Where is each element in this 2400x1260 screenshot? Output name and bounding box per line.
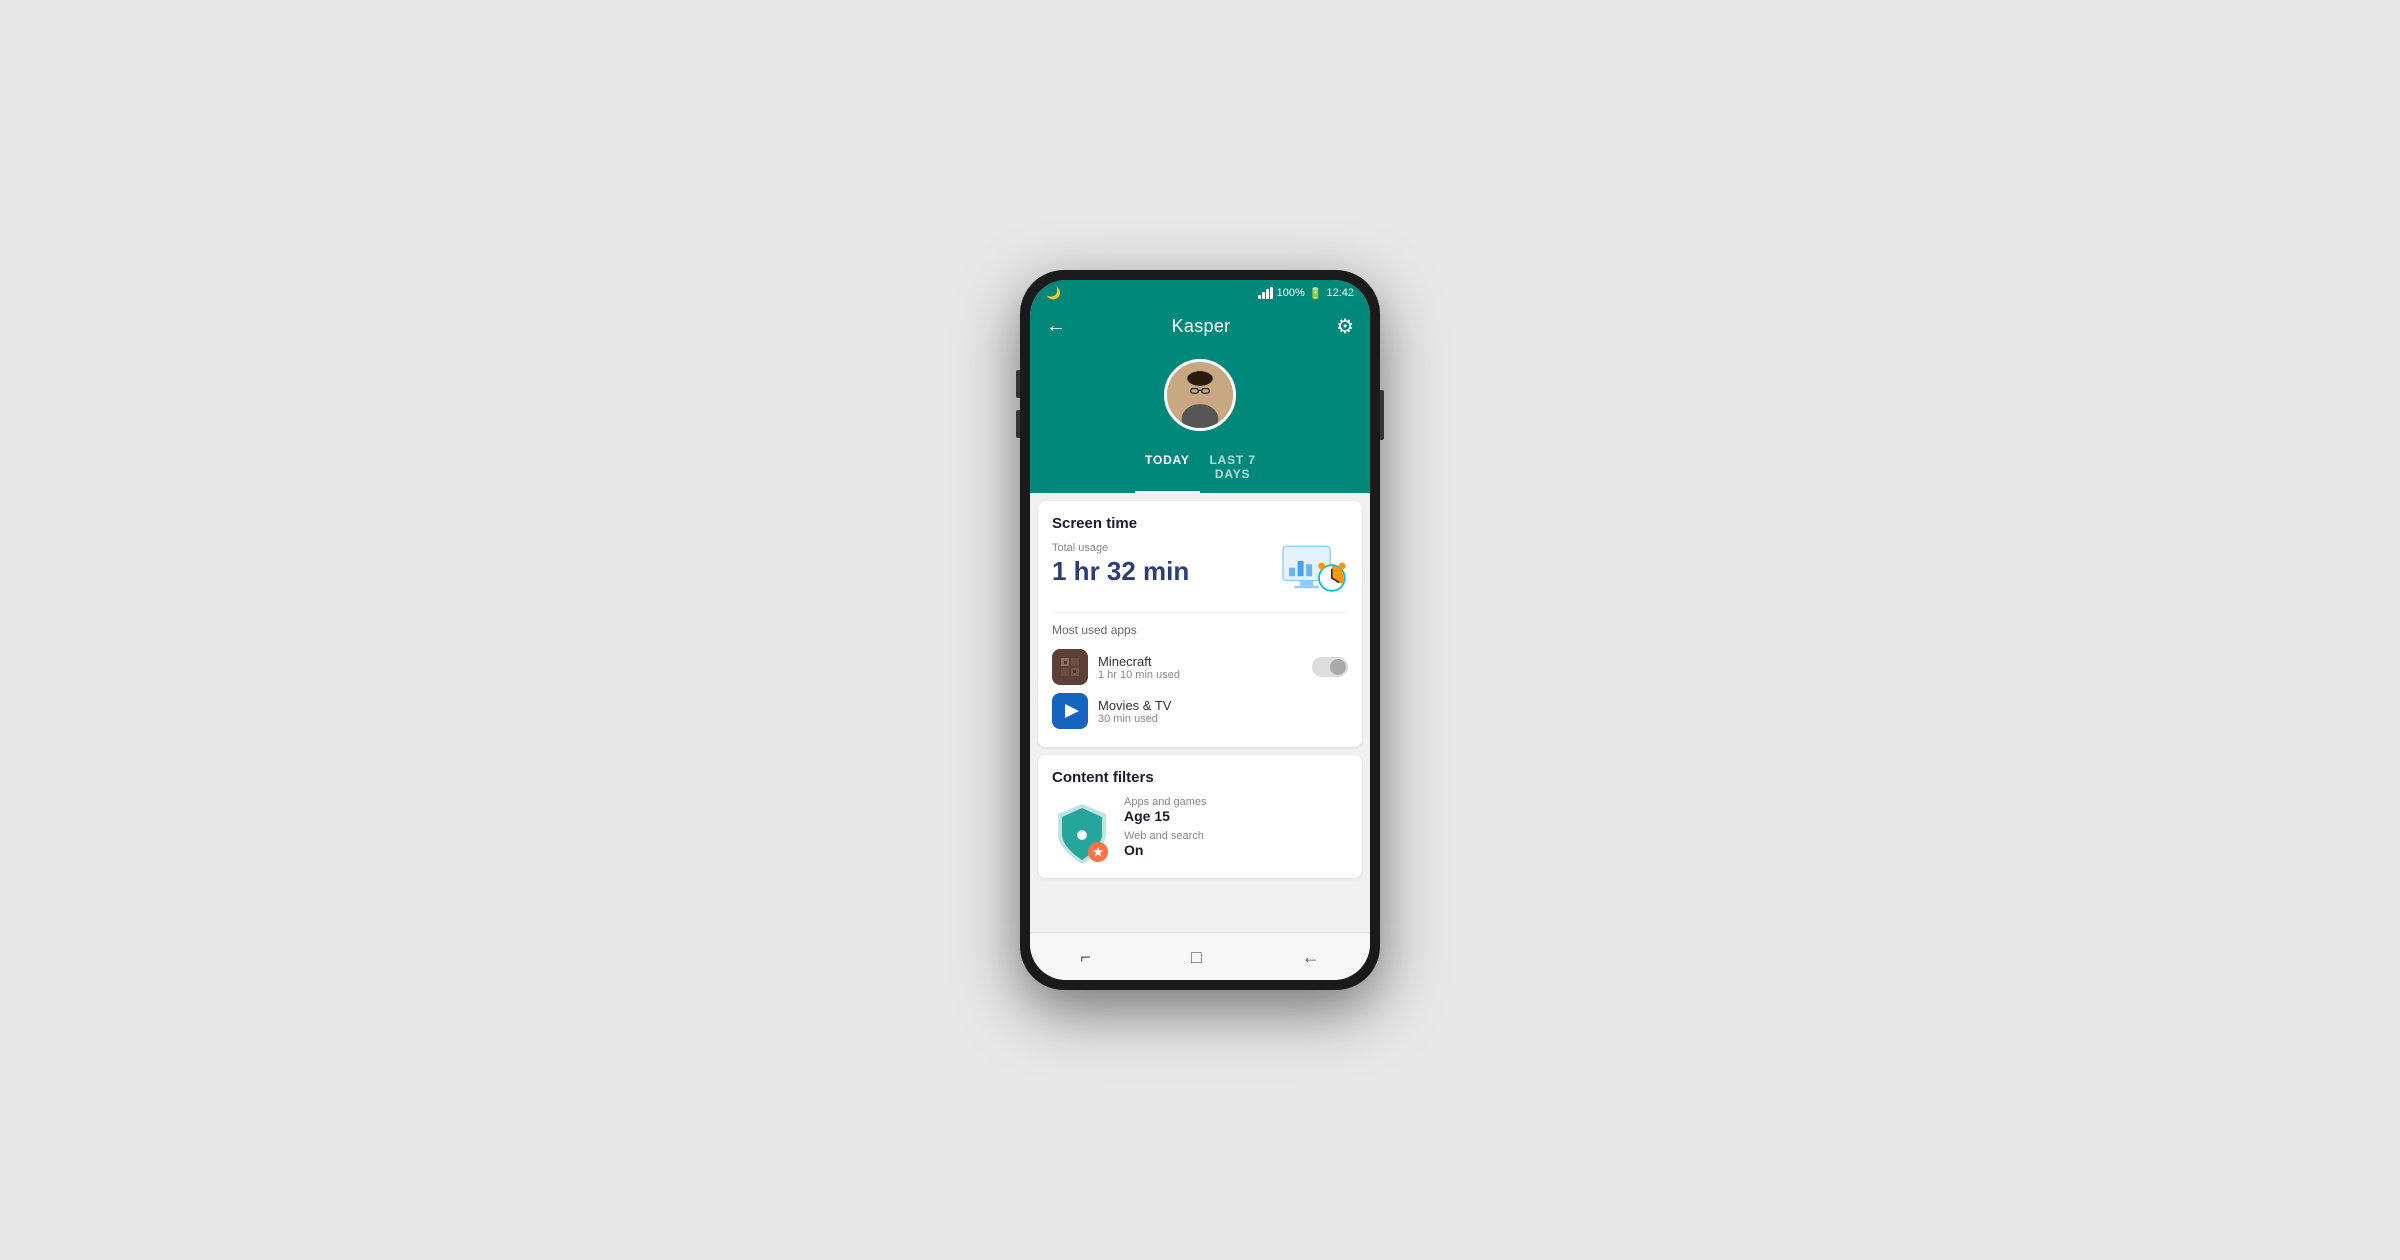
- tabs-container: TODAY LAST 7 DAYS: [1135, 443, 1265, 493]
- usage-info: Total usage 1 hr 32 min: [1052, 542, 1189, 587]
- avatar: [1164, 359, 1236, 431]
- clock-illustration: [1278, 542, 1348, 602]
- apps-games-value: Age 15: [1124, 808, 1348, 824]
- screen-time-card: Screen time Total usage 1 hr 32 min: [1038, 501, 1362, 747]
- movies-usage: 30 min used: [1098, 713, 1348, 725]
- minecraft-toggle[interactable]: [1312, 657, 1348, 677]
- web-search-label: Web and search: [1124, 830, 1348, 842]
- toggle-thumb: [1330, 659, 1346, 675]
- home-button[interactable]: □: [1179, 943, 1214, 972]
- back-nav-button[interactable]: ←: [1290, 943, 1332, 972]
- web-search-value: On: [1124, 842, 1348, 858]
- page-title: Kasper: [1172, 316, 1231, 337]
- battery-text: 100%: [1277, 287, 1305, 299]
- minecraft-icon: [1052, 649, 1088, 685]
- profile-section: TODAY LAST 7 DAYS: [1030, 347, 1370, 493]
- app-header: ← Kasper ⚙: [1030, 306, 1370, 347]
- status-bar: 🌙 100% 🔋 12:42: [1030, 280, 1370, 306]
- settings-icon[interactable]: ⚙: [1336, 314, 1354, 339]
- volume-up-button[interactable]: [1016, 370, 1020, 398]
- volume-down-button[interactable]: [1016, 410, 1020, 438]
- phone-frame: 🌙 100% 🔋 12:42 ← Kasper ⚙: [1020, 270, 1380, 990]
- list-item[interactable]: Movies & TV 30 min used: [1052, 689, 1348, 733]
- signal-icon: [1258, 287, 1273, 299]
- filter-details: Apps and games Age 15 Web and search On: [1124, 796, 1348, 864]
- web-search-row: Web and search On: [1124, 830, 1348, 858]
- status-right: 100% 🔋 12:42: [1258, 287, 1354, 300]
- recent-apps-button[interactable]: ⌐: [1068, 943, 1103, 972]
- phone-screen: 🌙 100% 🔋 12:42 ← Kasper ⚙: [1030, 280, 1370, 980]
- tab-last7days[interactable]: LAST 7 DAYS: [1200, 443, 1265, 493]
- total-usage-label: Total usage: [1052, 542, 1189, 554]
- content-area: Screen time Total usage 1 hr 32 min: [1030, 493, 1370, 932]
- screen-time-main: Total usage 1 hr 32 min: [1052, 542, 1348, 602]
- most-used-label: Most used apps: [1052, 623, 1348, 637]
- movies-icon: [1052, 693, 1088, 729]
- minecraft-info: Minecraft 1 hr 10 min used: [1098, 654, 1302, 681]
- apps-games-row: Apps and games Age 15: [1124, 796, 1348, 824]
- time-display: 12:42: [1326, 287, 1354, 299]
- tab-today[interactable]: TODAY: [1135, 443, 1200, 493]
- content-filters-title: Content filters: [1052, 769, 1348, 786]
- content-filters-card[interactable]: Content filters ★: [1038, 755, 1362, 878]
- movies-name: Movies & TV: [1098, 698, 1348, 713]
- bottom-nav: ⌐ □ ←: [1030, 932, 1370, 980]
- total-usage-value: 1 hr 32 min: [1052, 556, 1189, 587]
- minecraft-usage: 1 hr 10 min used: [1098, 669, 1302, 681]
- moon-icon: 🌙: [1046, 286, 1061, 300]
- power-button[interactable]: [1380, 390, 1384, 440]
- minecraft-name: Minecraft: [1098, 654, 1302, 669]
- status-left: 🌙: [1046, 286, 1061, 300]
- screen-time-title: Screen time: [1052, 515, 1348, 532]
- movies-info: Movies & TV 30 min used: [1098, 698, 1348, 725]
- divider: [1052, 612, 1348, 613]
- apps-games-label: Apps and games: [1124, 796, 1348, 808]
- battery-icon: 🔋: [1309, 287, 1323, 300]
- filter-content: ★ Apps and games Age 15 Web and search O…: [1052, 796, 1348, 864]
- back-button[interactable]: ←: [1046, 315, 1066, 338]
- shield-icon: ★: [1052, 800, 1112, 860]
- list-item[interactable]: Minecraft 1 hr 10 min used: [1052, 645, 1348, 689]
- svg-text:★: ★: [1093, 845, 1104, 859]
